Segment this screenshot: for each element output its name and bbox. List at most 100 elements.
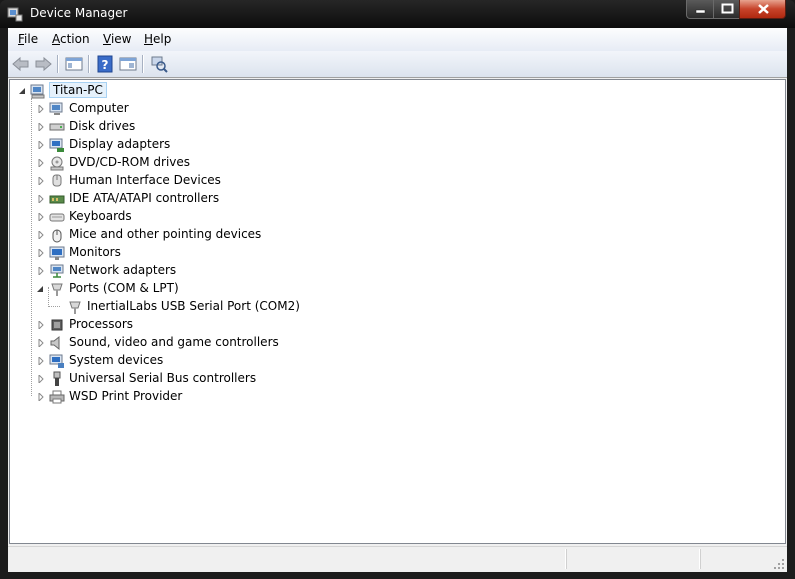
- hid-icon: [52, 174, 62, 187]
- menu-action-mnemonic: A: [52, 32, 60, 46]
- title-bar[interactable]: Device Manager: [0, 0, 795, 28]
- resize-grip-icon[interactable]: [773, 558, 785, 570]
- ide-controller-icon: [49, 195, 65, 204]
- tree-category-label: Monitors: [69, 245, 121, 259]
- menu-help-label: elp: [153, 32, 172, 46]
- tree-category-label: IDE ATA/ATAPI controllers: [69, 191, 220, 205]
- properties-icon[interactable]: [118, 54, 138, 74]
- expand-arrow-icon[interactable]: [37, 393, 45, 401]
- forward-icon[interactable]: [33, 54, 53, 74]
- expand-arrow-icon[interactable]: [37, 249, 45, 257]
- device-tree[interactable]: Titan-PC Computer Disk drives Display adap…: [9, 79, 786, 544]
- network-adapter-icon: [50, 264, 64, 278]
- toolbar-separator: [57, 55, 58, 73]
- tree-category-label: Ports (COM & LPT): [69, 281, 179, 295]
- tree-category-label: System devices: [69, 353, 164, 367]
- toolbar-separator: [88, 55, 89, 73]
- expand-arrow-icon[interactable]: [37, 357, 45, 365]
- keyboard-icon: [49, 213, 65, 222]
- expand-arrow-icon[interactable]: [37, 321, 45, 329]
- tree-category-label: Universal Serial Bus controllers: [69, 371, 257, 385]
- computer-icon: [30, 84, 45, 99]
- expand-arrow-icon[interactable]: [37, 105, 45, 113]
- tree-category-processors[interactable]: Processors: [10, 316, 410, 334]
- tree-category-label: Network adapters: [69, 263, 177, 277]
- printer-icon: [49, 390, 65, 404]
- system-device-icon: [49, 354, 64, 368]
- tree-device-label: InertialLabs USB Serial Port (COM2): [87, 299, 300, 313]
- tree-category-network-adapters[interactable]: Network adapters: [10, 262, 410, 280]
- monitor-icon: [49, 246, 65, 260]
- menu-help-mnemonic: H: [144, 32, 154, 46]
- expand-arrow-icon[interactable]: [37, 339, 45, 347]
- tree-category-mice-and-other-pointing-devices[interactable]: Mice and other pointing devices: [10, 226, 410, 244]
- scan-hardware-icon[interactable]: [149, 54, 169, 74]
- svg-text:?: ?: [102, 58, 109, 72]
- tree-device-inertiallabs-usb-serial-port-com2[interactable]: InertialLabs USB Serial Port (COM2): [10, 298, 410, 316]
- maximize-button[interactable]: [713, 0, 740, 19]
- tree-category-system-devices[interactable]: System devices: [10, 352, 410, 370]
- collapse-arrow-icon[interactable]: [36, 285, 44, 293]
- collapse-arrow-icon[interactable]: [18, 87, 26, 95]
- status-pane-divider: [566, 549, 567, 569]
- device-manager-app-icon: [7, 7, 23, 22]
- tree-category-monitors[interactable]: Monitors: [10, 244, 410, 262]
- expand-arrow-icon[interactable]: [37, 141, 45, 149]
- tree-category-label: Mice and other pointing devices: [69, 227, 262, 241]
- client-area: File Action View Help ? Titan-PC Compute…: [8, 28, 787, 572]
- menu-help[interactable]: Help: [144, 32, 171, 46]
- tree-category-disk-drives[interactable]: Disk drives: [10, 118, 410, 136]
- tree-category-label: WSD Print Provider: [69, 389, 183, 403]
- menu-file[interactable]: File: [18, 32, 38, 46]
- tree-category-keyboards[interactable]: Keyboards: [10, 208, 410, 226]
- tree-category-label: Display adapters: [69, 137, 171, 151]
- display-adapter-icon: [49, 138, 64, 152]
- expand-arrow-icon[interactable]: [37, 231, 45, 239]
- expand-arrow-icon[interactable]: [37, 213, 45, 221]
- tree-category-label: Processors: [69, 317, 134, 331]
- processor-icon: [51, 319, 63, 331]
- expand-arrow-icon[interactable]: [37, 267, 45, 275]
- tree-category-ide-ata-atapi-controllers[interactable]: IDE ATA/ATAPI controllers: [10, 190, 410, 208]
- back-icon[interactable]: [11, 54, 31, 74]
- menu-view[interactable]: View: [103, 32, 131, 46]
- tree-category-label: Keyboards: [69, 209, 132, 223]
- usb-icon: [53, 371, 61, 386]
- menu-action[interactable]: Action: [52, 32, 90, 46]
- minimize-icon: [695, 9, 706, 14]
- toolbar-separator: [142, 55, 143, 73]
- close-button[interactable]: [739, 0, 786, 19]
- menu-view-label: iew: [110, 32, 132, 46]
- tree-root-titan-pc[interactable]: Titan-PC: [10, 82, 310, 100]
- device-manager-window: Device Manager File Action View Help ? T…: [0, 0, 795, 579]
- menu-file-label: ile: [24, 32, 39, 46]
- tree-category-sound-video-and-game-controllers[interactable]: Sound, video and game controllers: [10, 334, 410, 352]
- tree-category-wsd-print-provider[interactable]: WSD Print Provider: [10, 388, 410, 406]
- speaker-icon: [50, 335, 60, 351]
- expand-arrow-icon[interactable]: [37, 375, 45, 383]
- expand-arrow-icon[interactable]: [37, 159, 45, 167]
- status-pane-divider: [700, 549, 701, 569]
- close-icon: [758, 4, 769, 14]
- toolbar: ?: [8, 51, 787, 78]
- disk-drive-icon: [49, 123, 65, 131]
- menu-action-label: ction: [60, 32, 90, 46]
- tree-category-dvd-cd-rom-drives[interactable]: DVD/CD-ROM drives: [10, 154, 410, 172]
- tree-category-label: Computer: [69, 101, 129, 115]
- tree-category-label: DVD/CD-ROM drives: [69, 155, 191, 169]
- expand-arrow-icon[interactable]: [37, 123, 45, 131]
- computer-icon: [49, 102, 63, 115]
- expand-arrow-icon[interactable]: [37, 195, 45, 203]
- help-icon[interactable]: ?: [95, 54, 115, 74]
- tree-category-computer[interactable]: Computer: [10, 100, 410, 118]
- expand-arrow-icon[interactable]: [37, 177, 45, 185]
- tree-category-human-interface-devices[interactable]: Human Interface Devices: [10, 172, 410, 190]
- menu-view-mnemonic: V: [103, 32, 111, 46]
- tree-category-universal-serial-bus-controllers[interactable]: Universal Serial Bus controllers: [10, 370, 410, 388]
- tree-category-label: Sound, video and game controllers: [69, 335, 279, 349]
- tree-category-ports-com-lpt[interactable]: Ports (COM & LPT): [10, 280, 410, 298]
- menu-bar: File Action View Help: [8, 28, 787, 51]
- tree-category-display-adapters[interactable]: Display adapters: [10, 136, 410, 154]
- minimize-button[interactable]: [686, 0, 714, 19]
- show-hide-console-tree-icon[interactable]: [64, 54, 84, 74]
